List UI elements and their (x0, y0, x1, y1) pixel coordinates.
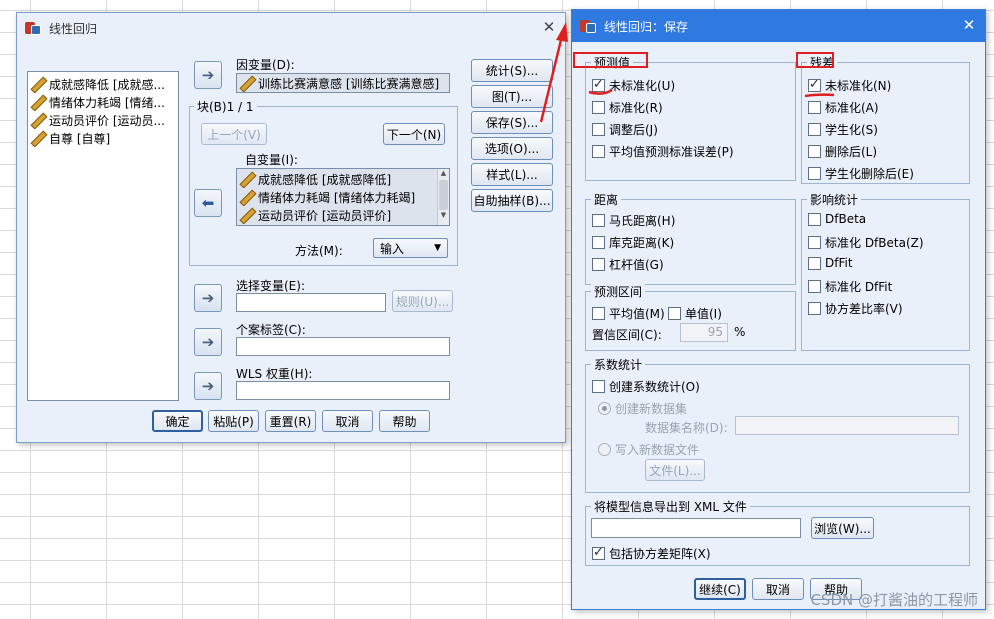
underline-predicted (588, 88, 613, 95)
annotation-marks (539, 22, 835, 123)
watermark: CSDN @打酱油的工程师 (810, 591, 978, 609)
arrowhead-annotation (556, 22, 568, 42)
underline-residuals (804, 93, 835, 98)
arrow-annotation (539, 39, 563, 123)
